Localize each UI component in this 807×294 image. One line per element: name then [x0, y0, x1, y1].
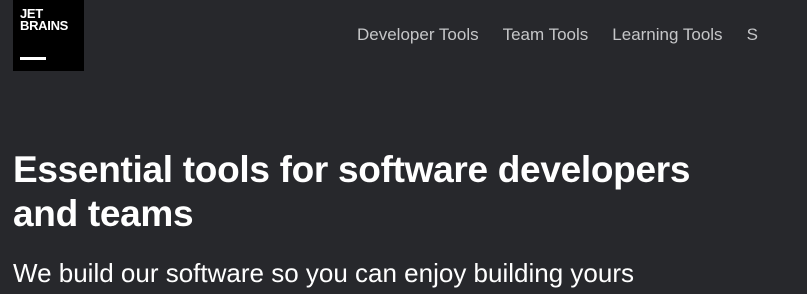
top-navigation: Developer Tools Team Tools Learning Tool…: [357, 25, 782, 45]
nav-item-truncated[interactable]: S: [747, 25, 758, 45]
hero-headline: Essential tools for software developers …: [13, 148, 690, 236]
hero-headline-line-2: and teams: [13, 193, 194, 234]
nav-item-team-tools[interactable]: Team Tools: [503, 25, 589, 45]
logo-underline-bar: [20, 57, 46, 60]
logo-wordmark: JET BRAINS: [20, 6, 69, 33]
hero-headline-line-1: Essential tools for software developers: [13, 149, 691, 190]
nav-item-developer-tools[interactable]: Developer Tools: [357, 25, 479, 45]
nav-item-learning-tools[interactable]: Learning Tools: [612, 25, 722, 45]
hero-subtitle: We build our software so you can enjoy b…: [13, 258, 634, 288]
jetbrains-logo[interactable]: JET BRAINS: [13, 0, 84, 71]
